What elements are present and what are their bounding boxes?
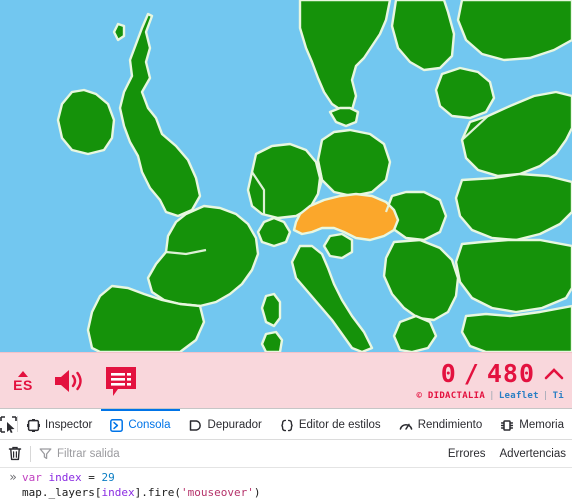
game-bar-right-info: 0 / 480 © DIDACTALIA | Leaflet | Ti [416, 353, 564, 409]
tab-consola[interactable]: Consola [101, 409, 180, 439]
leaflet-map[interactable] [0, 0, 572, 352]
country-poland[interactable] [316, 128, 392, 198]
attribution-separator-1: | [489, 391, 495, 401]
performance-icon [399, 419, 413, 432]
code-space-1 [42, 471, 49, 484]
island-corsica[interactable] [260, 292, 282, 328]
memory-icon [500, 419, 514, 432]
attribution-separator-2: | [542, 391, 549, 401]
attribution-copyright: © DIDACTALIA [416, 391, 486, 401]
console-filter-input[interactable] [57, 447, 237, 460]
console-filter[interactable] [39, 447, 448, 460]
tab-editor-de-estilos-label: Editor de estilos [298, 419, 381, 431]
code-paren-close: ) [253, 486, 261, 499]
console-icon [110, 418, 124, 432]
europe-map-svg[interactable] [0, 0, 572, 352]
map-attribution: © DIDACTALIA | Leaflet | Ti [416, 391, 564, 401]
browser-page: ES 0 / 480 © DIDACTALIA | Leaflet | Ti I… [0, 0, 572, 501]
language-label: ES [13, 376, 33, 393]
devtools-tabbar: Inspector Consola Depurador Editor de es… [0, 409, 572, 440]
console-filter-chips: Errores Advertencias [448, 448, 572, 460]
language-selector-button[interactable]: ES [8, 370, 38, 393]
tab-inspector[interactable]: Inspector [18, 409, 101, 439]
trash-icon [8, 446, 22, 461]
game-bar-left-controls: ES [0, 353, 138, 409]
country-greece[interactable] [392, 314, 438, 352]
code-index-variable: index [101, 486, 135, 499]
debugger-icon [189, 419, 203, 432]
caret-up-icon [18, 370, 28, 377]
console-prompt-arrow: » [9, 470, 17, 484]
tab-memoria[interactable]: Memoria [491, 409, 572, 439]
code-keyword-var: var [22, 471, 42, 484]
tab-depurador[interactable]: Depurador [180, 409, 271, 439]
code-number-29: 29 [101, 471, 115, 484]
code-object-map: map. [22, 486, 49, 499]
score-separator: / [463, 359, 480, 388]
game-control-bar: ES 0 / 480 © DIDACTALIA | Leaflet | Ti [0, 352, 572, 408]
tab-rendimiento-label: Rendimiento [417, 419, 483, 431]
messages-button[interactable] [104, 365, 138, 397]
code-operator-assign: = [81, 471, 102, 484]
tab-rendimiento[interactable]: Rendimiento [390, 409, 492, 439]
chevron-up-icon [544, 367, 564, 379]
inspector-icon [27, 418, 40, 432]
collapse-panel-button[interactable] [544, 367, 564, 381]
filter-chip-errores[interactable]: Errores [448, 448, 486, 460]
tab-memoria-label: Memoria [519, 419, 564, 431]
country-slovenia[interactable] [322, 232, 354, 260]
funnel-icon [39, 448, 52, 460]
country-switzerland[interactable] [256, 216, 292, 248]
console-output[interactable]: » var index = 29 map._layers[index].fire(… [0, 468, 572, 501]
tab-inspector-label: Inspector [45, 419, 93, 431]
island-sardinia[interactable] [260, 330, 284, 352]
console-code-block[interactable]: var index = 29 map._layers[index].fire('m… [22, 470, 260, 500]
score-total: 480 [486, 359, 535, 388]
toolbar-divider [30, 445, 31, 462]
attribution-leaflet-link[interactable]: Leaflet [499, 391, 539, 401]
code-string-mouseover: 'mouseover' [180, 486, 254, 499]
sound-toggle-button[interactable] [52, 368, 86, 394]
score-current: 0 [440, 359, 457, 388]
element-picker-button[interactable] [0, 409, 17, 439]
filter-chip-advertencias[interactable]: Advertencias [500, 448, 566, 460]
message-list-icon [106, 367, 136, 396]
style-editor-icon [280, 419, 294, 432]
element-picker-icon [0, 415, 17, 433]
tab-depurador-label: Depurador [207, 419, 262, 431]
console-toolbar: Errores Advertencias [0, 440, 572, 468]
island-hebrides[interactable] [112, 22, 126, 42]
tab-editor-de-estilos[interactable]: Editor de estilos [271, 409, 390, 439]
clear-console-button[interactable] [0, 446, 30, 461]
score-counter: 0 / 480 [441, 361, 564, 386]
devtools-panel: Inspector Consola Depurador Editor de es… [0, 408, 572, 501]
code-property-layers: _layers [48, 486, 95, 499]
tab-consola-label: Consola [128, 419, 171, 431]
attribution-truncated: Ti [552, 391, 564, 401]
code-method-fire: .fire( [141, 486, 181, 499]
speaker-on-icon [55, 370, 82, 392]
code-identifier-index: index [48, 471, 82, 484]
console-input-entry[interactable]: » var index = 29 map._layers[index].fire(… [0, 468, 572, 500]
